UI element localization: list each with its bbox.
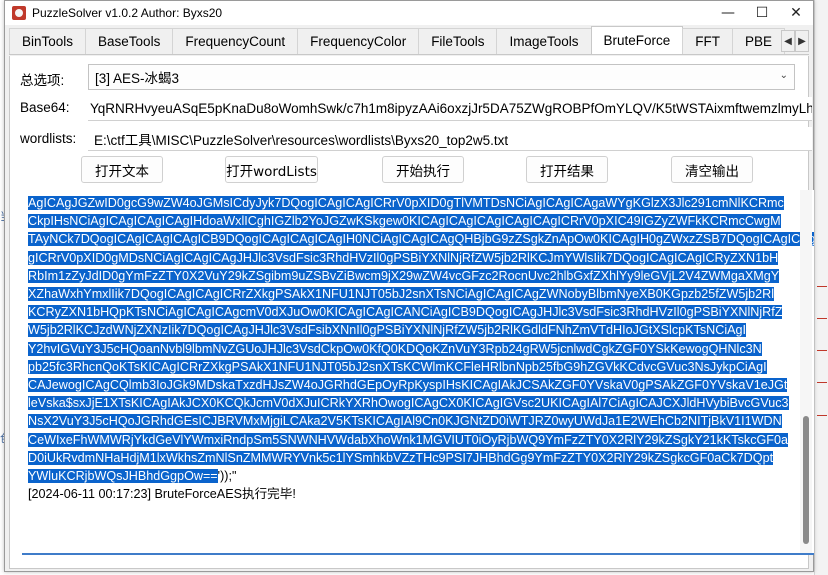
selected-output-line: KCRyZXN1bHQpKTsNCiAgICAgICAgcmV0dXJuOw0K… — [28, 305, 783, 320]
wordlists-label: wordlists: — [20, 131, 77, 146]
selected-output-line: Y2hvIGVuY3J5cHQoanNvbl9lbmNvZGUoJHJlc3Vs… — [28, 341, 762, 356]
selected-output-line: YWluKCRjbWQsJHBhdGgpOw== — [28, 469, 218, 484]
options-combobox[interactable]: [3] AES-冰蝎3 ⌄ — [88, 64, 795, 90]
selected-output-line: AgICAgJGZwID0gcG9wZW4oJGMsICdyJyk7DQogIC… — [28, 196, 784, 210]
output-line-tail: '));" — [217, 469, 237, 484]
selected-output-line: gICRrV0pXID0gMDsNCiAgICAgICAgJHJlc3VsdFs… — [28, 250, 779, 265]
output-textarea[interactable]: AgICAgJGZwID0gcG9wZW4oJGMsICdyJyk7DQogIC… — [22, 190, 814, 555]
minimize-button[interactable]: — — [711, 1, 745, 25]
window-title: PuzzleSolver v1.0.2 Author: Byxs20 — [32, 6, 223, 20]
options-label: 总选项: — [20, 73, 65, 88]
tab-frequencycolor[interactable]: FrequencyColor — [297, 28, 420, 54]
selected-output-line: CkpIHsNCiAgICAgICAgICAgIHdoaWxlICghIGZlb… — [28, 214, 781, 229]
puzzlesolver-window: PuzzleSolver v1.0.2 Author: Byxs20 — ☐ ✕… — [4, 0, 814, 572]
selected-output-line: NsX2VuY3J5cHQoJGRhdGEsICJBRVMxMjgiLCAka2… — [28, 414, 782, 429]
bruteforce-panel: 总选项: [3] AES-冰蝎3 ⌄ Base64: YqRNRHvyeuASq… — [9, 56, 814, 569]
title-bar[interactable]: PuzzleSolver v1.0.2 Author: Byxs20 — ☐ ✕ — [5, 1, 813, 25]
tab-imagetools[interactable]: ImageTools — [496, 28, 592, 54]
tab-fft[interactable]: FFT — [682, 28, 734, 54]
open-wordlists-button[interactable]: 打开wordLists — [225, 156, 318, 183]
app-icon — [12, 6, 26, 20]
scrollbar-thumb[interactable] — [803, 416, 809, 544]
selected-output-line: W5jb2RlKCJzdWNjZXNzIik7DQogICAgJHJlc3Vsd… — [28, 323, 747, 338]
close-button[interactable]: ✕ — [779, 1, 813, 25]
window-controls: — ☐ ✕ — [711, 1, 813, 25]
open-result-button[interactable]: 打开结果 — [526, 156, 608, 183]
maximize-button[interactable]: ☐ — [745, 1, 779, 25]
options-selected-value: [3] AES-冰蝎3 — [95, 71, 180, 86]
start-button[interactable]: 开始执行 — [382, 156, 464, 183]
tab-scroll-buttons: ◀ ▶ — [781, 30, 809, 52]
base64-input[interactable]: YqRNRHvyeuASqE5pKnaDu8oWomhSwk/c7h1m8ipy… — [88, 97, 812, 121]
tab-strip: BinTools BaseTools FrequencyCount Freque… — [9, 26, 809, 55]
selected-output-line: D0iUkRvdmNHaHdjM1lxWkhsZmNlSnZMMWRYVnk5c… — [28, 450, 774, 465]
selected-output-line: RbIm1zZyJdID0gYmFzZTY0X2VuY29kZSgibm9uZS… — [28, 268, 780, 283]
base64-label: Base64: — [20, 100, 70, 115]
clear-output-button[interactable]: 清空输出 — [671, 156, 753, 183]
log-line: [2024-06-11 00:17:23] BruteForceAES执行完毕! — [28, 487, 296, 502]
selected-output-line: CeWIxeFhWMWRjYkdGeVlYWmxiRndpSm5SNWNHVWd… — [28, 432, 788, 447]
selected-output-line: pb25fc3RhcnQoKTsKICAgICRrZXkgPSAkX1NFU1N… — [28, 359, 767, 374]
tab-pbe[interactable]: PBE — [732, 28, 786, 54]
tab-frequencycount[interactable]: FrequencyCount — [172, 28, 299, 54]
tab-bintools[interactable]: BinTools — [9, 28, 87, 54]
output-content: AgICAgJGZwID0gcG9wZW4oJGMsICdyJyk7DQogIC… — [28, 194, 814, 503]
selected-output-line: CAJewogICAgCQlmb3IoJGk9MDskaTxzdHJsZW4oJ… — [28, 378, 788, 393]
tab-basetools[interactable]: BaseTools — [85, 28, 174, 54]
wordlists-input[interactable]: E:\ctf工具\MISC\PuzzleSolver\resources\wor… — [88, 127, 812, 151]
background-window-edge-right — [814, 0, 828, 575]
open-text-button[interactable]: 打开文本 — [81, 156, 163, 183]
selected-output-line: leVska$sxJjE1XTsKICAgIAkJCX0KCQkJcmV0dXJ… — [28, 396, 789, 411]
selected-output-line: TAyNCk7DQogICAgICAgICAgICB9DQogICAgICAgI… — [28, 232, 814, 247]
chevron-down-icon: ⌄ — [779, 70, 788, 81]
tab-filetools[interactable]: FileTools — [418, 28, 498, 54]
selected-output-line: XZhaWxhYmxlIik7DQogICAgICAgICRrZXkgPSAkX… — [28, 287, 775, 302]
tab-scroll-left-icon[interactable]: ◀ — [781, 30, 795, 52]
output-scrollbar[interactable] — [800, 190, 812, 553]
tab-scroll-right-icon[interactable]: ▶ — [795, 30, 809, 52]
tab-bruteforce[interactable]: BruteForce — [590, 26, 684, 54]
action-buttons: 打开文本 打开wordLists 开始执行 打开结果 清空输出 — [10, 156, 810, 184]
